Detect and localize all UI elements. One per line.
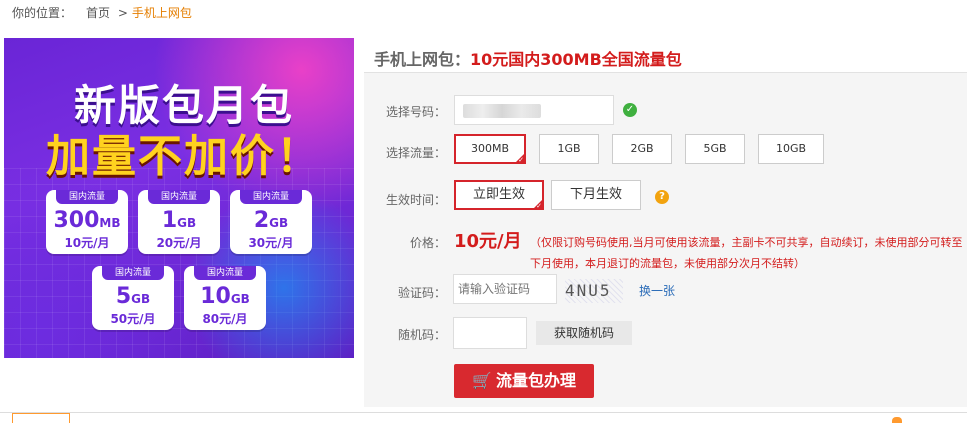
banner-plan-card: 国内流量 2GB 30元/月: [230, 190, 312, 254]
bottom-divider: [0, 412, 967, 423]
plan-card-tag: 国内流量: [56, 190, 118, 204]
captcha-refresh-link[interactable]: 换一张: [639, 282, 675, 299]
price-value: 10元/月: [454, 231, 522, 252]
effect-label: 生效时间：: [385, 193, 446, 207]
banner-plan-card: 国内流量 10GB 80元/月: [184, 266, 266, 330]
submit-order-label: 流量包办理: [495, 371, 576, 390]
effect-option-next-month[interactable]: 下月生效: [551, 180, 641, 210]
random-code-label: 随机码：: [397, 328, 446, 342]
price-note: （仅限订购号码使用,当月可使用该流量，主副卡不可共享，自动续订，未使用部分可转至…: [530, 236, 963, 270]
product-category: 手机上网包：: [374, 50, 471, 69]
captcha-label: 验证码：: [397, 286, 446, 300]
submit-order-button[interactable]: 🛒 流量包办理: [454, 364, 594, 398]
breadcrumb-prefix: 你的位置：: [12, 6, 73, 20]
effect-option-immediate[interactable]: 立即生效: [454, 180, 544, 211]
plan-card-amount: 2GB: [253, 208, 289, 233]
get-random-code-button[interactable]: 获取随机码: [536, 321, 632, 345]
plan-card-price: 80元/月: [202, 312, 248, 326]
plan-card-price: 30元/月: [248, 236, 294, 250]
plan-card-amount: 300MB: [53, 208, 121, 233]
captcha-input[interactable]: [453, 274, 557, 304]
plan-card-amount: 10GB: [200, 284, 250, 309]
plan-card-tag: 国内流量: [240, 190, 302, 204]
masked-phone-number: [463, 104, 541, 118]
flow-option-10gb[interactable]: 10GB: [758, 134, 824, 164]
banner-plan-card: 国内流量 300MB 10元/月: [46, 190, 128, 254]
breadcrumb-separator: >: [117, 6, 128, 20]
breadcrumb-home-link[interactable]: 首页: [86, 6, 110, 20]
check-circle-icon: ✓: [623, 103, 637, 117]
bottom-right-marker: [892, 417, 902, 423]
plan-card-tag: 国内流量: [148, 190, 210, 204]
banner-plan-card: 国内流量 1GB 20元/月: [138, 190, 220, 254]
plan-card-price: 50元/月: [110, 312, 156, 326]
random-code-input[interactable]: [453, 317, 527, 349]
plan-card-price: 10元/月: [64, 236, 110, 250]
banner-plan-card: 国内流量 5GB 50元/月: [92, 266, 174, 330]
product-title: 手机上网包：10元国内300MB全国流量包: [374, 46, 682, 70]
phone-label: 选择号码：: [385, 105, 446, 119]
captcha-image[interactable]: 4NU5: [565, 279, 623, 303]
banner-subheadline: 加量不加价！: [46, 131, 322, 182]
flow-label: 选择流量：: [385, 146, 446, 160]
flow-option-300mb[interactable]: 300MB: [454, 134, 526, 165]
breadcrumb-current[interactable]: 手机上网包: [132, 6, 192, 20]
product-name: 10元国内300MB全国流量包: [470, 50, 682, 69]
plan-card-tag: 国内流量: [194, 266, 256, 280]
flow-option-2gb[interactable]: 2GB: [612, 134, 672, 164]
phone-number-field[interactable]: [454, 95, 614, 125]
question-circle-icon[interactable]: ?: [655, 190, 669, 204]
plan-card-amount: 5GB: [115, 284, 151, 309]
plan-card-amount: 1GB: [161, 208, 197, 233]
plan-card-tag: 国内流量: [102, 266, 164, 280]
promo-banner: 新版包月包 加量不加价！ 国内流量 300MB 10元/月 国内流量 1GB 2…: [4, 38, 354, 358]
flow-option-1gb[interactable]: 1GB: [539, 134, 599, 164]
cart-icon: 🛒: [472, 371, 492, 390]
breadcrumb: 你的位置： 首页 > 手机上网包: [12, 4, 192, 22]
flow-option-5gb[interactable]: 5GB: [685, 134, 745, 164]
plan-card-price: 20元/月: [156, 236, 202, 250]
price-label: 价格：: [409, 236, 446, 250]
